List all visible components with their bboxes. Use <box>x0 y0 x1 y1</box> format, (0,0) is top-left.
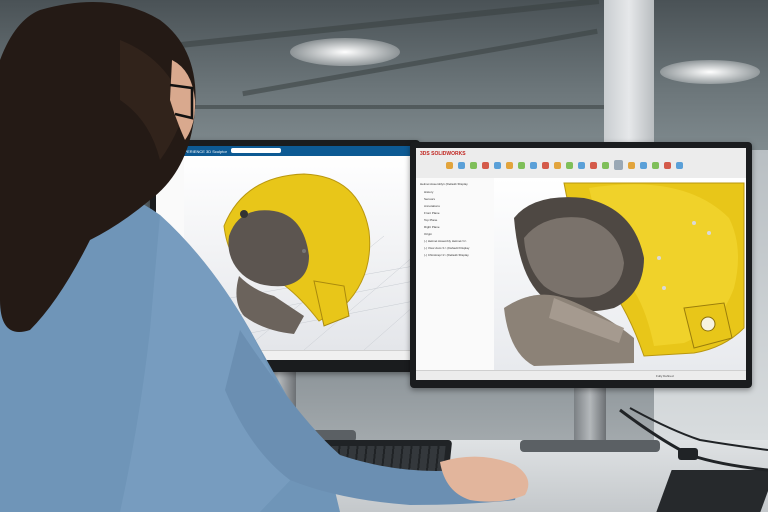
office-scene: 3DEXPERIENCE 3D Sculptor 3DS SOLIDWORKS … <box>0 0 768 512</box>
person-at-desk <box>0 2 529 512</box>
